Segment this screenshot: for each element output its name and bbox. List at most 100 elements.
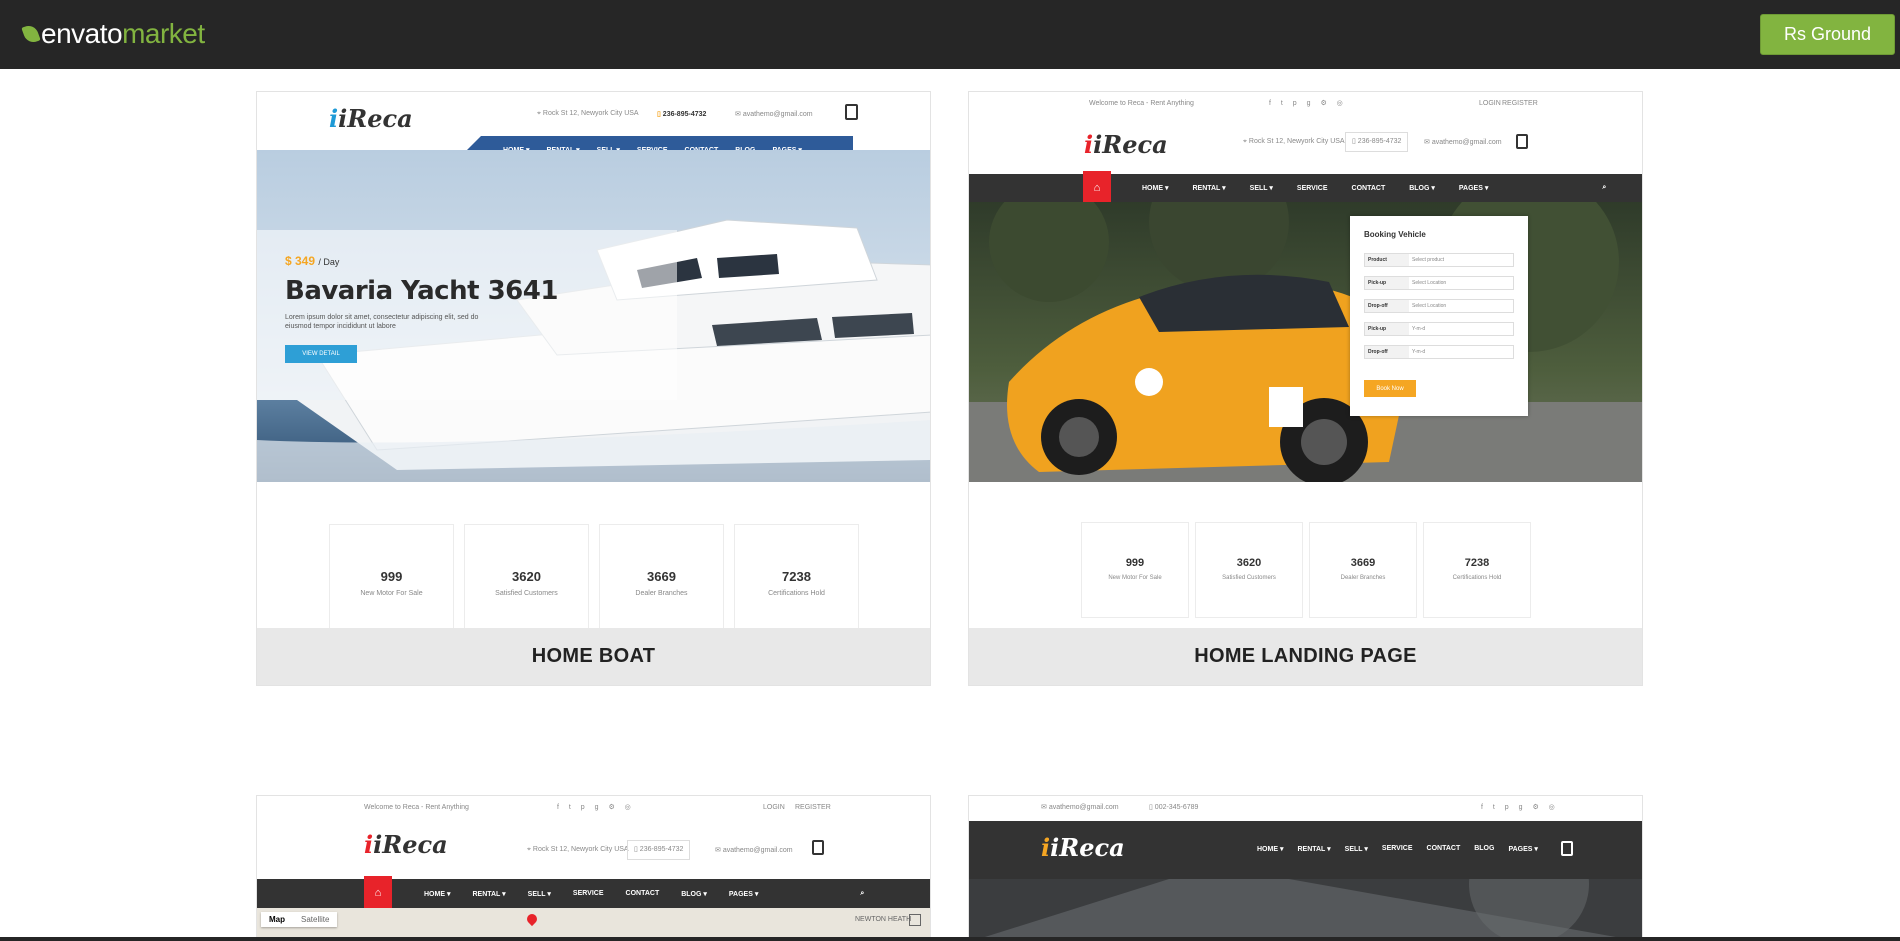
main-nav: HOME ▾ RENTAL ▾ SELL ▾ SERVICE CONTACT B…	[257, 879, 930, 908]
social-icons: f t p g ⚙ ◎	[1481, 804, 1559, 811]
nav-service[interactable]: SERVICE	[1382, 845, 1413, 853]
nav-rental[interactable]: RENTAL ▾	[472, 890, 505, 898]
card-caption[interactable]: HOME BOAT	[257, 628, 930, 685]
nav-home[interactable]: HOME ▾	[424, 890, 450, 898]
map-pin-icon	[524, 911, 540, 927]
nav-service[interactable]: SERVICE	[1297, 185, 1328, 192]
preview-home-boat: iiReca ⌖ Rock St 12, Newyork City USA ▯ …	[257, 92, 930, 630]
demo-card-dark[interactable]: ✉ avathemo@gmail.com ▯ 002-345-6789 f t …	[968, 795, 1643, 941]
phone-text: ▯ 236-895-4732	[657, 111, 707, 118]
nav-blog[interactable]: BLOG ▾	[681, 890, 707, 898]
hero-text-2: eiusmod tempor incididunt ut labore	[285, 323, 396, 330]
stat-label: Satisfied Customers	[1222, 575, 1276, 581]
nav-sell[interactable]: SELL ▾	[528, 890, 551, 898]
view-detail-button[interactable]: VIEW DETAIL	[285, 345, 357, 363]
field-value: Select product	[1412, 257, 1444, 263]
nav-pages[interactable]: PAGES ▾	[1508, 845, 1537, 853]
hero-text-1: Lorem ipsum dolor sit amet, consectetur …	[285, 314, 479, 321]
stat-number: 3620	[1236, 557, 1262, 569]
envato-market-logo[interactable]: envato market	[21, 18, 205, 50]
stat-box: 3669 Dealer Branches	[1309, 522, 1417, 618]
demo-card-map[interactable]: Welcome to Reca - Rent Anything f t p g …	[256, 795, 931, 941]
book-now-button[interactable]: Book Now	[1364, 380, 1416, 397]
home-icon[interactable]: ⌂	[364, 876, 392, 910]
preview-home-landing: Welcome to Reca - Rent Anything f t p g …	[969, 92, 1642, 630]
stat-number: 999	[380, 569, 403, 584]
stat-label: New Motor For Sale	[360, 590, 423, 597]
register-link[interactable]: REGISTER	[1502, 100, 1538, 107]
nav-contact[interactable]: CONTACT	[626, 890, 660, 897]
cart-icon[interactable]	[1561, 841, 1573, 856]
email-text: ✉ avathemo@gmail.com	[1424, 139, 1502, 146]
cart-icon[interactable]	[1516, 134, 1528, 149]
register-link[interactable]: REGISTER	[795, 804, 831, 811]
field-label: Drop-off	[1365, 346, 1409, 358]
stat-number: 3669	[1350, 557, 1376, 569]
stat-label: Satisfied Customers	[495, 590, 558, 597]
login-link[interactable]: LOGIN	[1479, 100, 1501, 107]
satellite-tab[interactable]: Satellite	[293, 912, 337, 927]
welcome-text: Welcome to Reca - Rent Anything	[1089, 100, 1194, 107]
nav-blog[interactable]: BLOG	[1474, 845, 1494, 853]
mail-icon: ✉	[735, 111, 743, 118]
stat-number: 3620	[512, 569, 541, 584]
card-caption[interactable]: HOME LANDING PAGE	[969, 628, 1642, 685]
mail-icon: ✉	[1041, 804, 1049, 811]
stat-label: Dealer Branches	[635, 590, 688, 597]
nav-home[interactable]: HOME ▾	[1142, 184, 1168, 192]
nav-home[interactable]: HOME ▾	[1257, 845, 1283, 853]
login-link[interactable]: LOGIN	[763, 804, 785, 811]
stat-box: 999 New Motor For Sale	[1081, 522, 1189, 618]
booking-row[interactable]: Product Select product	[1364, 253, 1514, 267]
hero-title: Bavaria Yacht 3641	[285, 276, 558, 306]
booking-row[interactable]: Drop-off Select Location	[1364, 299, 1514, 313]
map-area-label: NEWTON HEATH	[855, 916, 912, 923]
fullscreen-icon[interactable]	[909, 914, 921, 926]
stat-box: 7238 Certifications Hold	[734, 524, 859, 630]
phone-text: ▯ 002-345-6789	[1149, 804, 1199, 811]
stat-box: 3620 Satisfied Customers	[464, 524, 589, 630]
booking-row[interactable]: Pick-up Select Location	[1364, 276, 1514, 290]
nav-contact[interactable]: CONTACT	[1352, 185, 1386, 192]
demo-card-home-boat[interactable]: iiReca ⌖ Rock St 12, Newyork City USA ▯ …	[256, 91, 931, 686]
sports-car-hero-image	[969, 202, 1642, 482]
home-icon[interactable]: ⌂	[1083, 171, 1111, 205]
nav-rental[interactable]: RENTAL ▾	[1192, 184, 1225, 192]
stat-label: New Motor For Sale	[1108, 575, 1162, 581]
field-value: Y-m-d	[1412, 349, 1426, 355]
ireca-logo: iiReca	[1084, 130, 1168, 159]
nav-rental[interactable]: RENTAL ▾	[1297, 845, 1330, 853]
nav-blog[interactable]: BLOG ▾	[1409, 184, 1435, 192]
top-bar: envato market Rs Ground	[0, 0, 1900, 69]
nav-sell[interactable]: SELL ▾	[1250, 184, 1273, 192]
search-icon[interactable]: ⌕	[1602, 184, 1606, 192]
mail-icon: ✉	[1424, 139, 1432, 146]
cart-icon[interactable]	[812, 840, 824, 855]
main-nav: HOME ▾ RENTAL ▾ SELL ▾ SERVICE CONTACT B…	[1257, 845, 1538, 853]
stat-number: 3669	[647, 569, 676, 584]
demo-card-home-landing-page[interactable]: Welcome to Reca - Rent Anything f t p g …	[968, 91, 1643, 686]
nav-pages[interactable]: PAGES ▾	[729, 890, 758, 898]
booking-row[interactable]: Drop-off Y-m-d	[1364, 345, 1514, 359]
address-text: ⌖ Rock St 12, Newyork City USA	[527, 846, 629, 853]
stat-label: Certifications Hold	[768, 590, 825, 597]
hero-price: $ 349 / Day	[285, 254, 340, 268]
ireca-logo: iiReca	[364, 830, 448, 859]
nav-contact[interactable]: CONTACT	[1427, 845, 1461, 853]
rs-ground-button[interactable]: Rs Ground	[1760, 14, 1895, 55]
booking-row[interactable]: Pick-up Y-m-d	[1364, 322, 1514, 336]
address-text: ⌖ Rock St 12, Newyork City USA	[537, 110, 639, 117]
cart-icon[interactable]	[845, 104, 858, 120]
nav-pages[interactable]: PAGES ▾	[1459, 184, 1488, 192]
leaf-icon	[21, 23, 41, 45]
ireca-logo: iiReca	[1041, 833, 1125, 862]
email-text: ✉ avathemo@gmail.com	[1041, 804, 1119, 811]
field-value: Y-m-d	[1412, 326, 1426, 332]
search-icon[interactable]: ⌕	[860, 890, 864, 898]
nav-service[interactable]: SERVICE	[573, 890, 604, 897]
map-tab[interactable]: Map	[261, 912, 293, 927]
logo-word-envato: envato	[41, 18, 123, 49]
nav-sell[interactable]: SELL ▾	[1345, 845, 1368, 853]
stat-box: 3620 Satisfied Customers	[1195, 522, 1303, 618]
field-label: Pick-up	[1365, 277, 1409, 289]
